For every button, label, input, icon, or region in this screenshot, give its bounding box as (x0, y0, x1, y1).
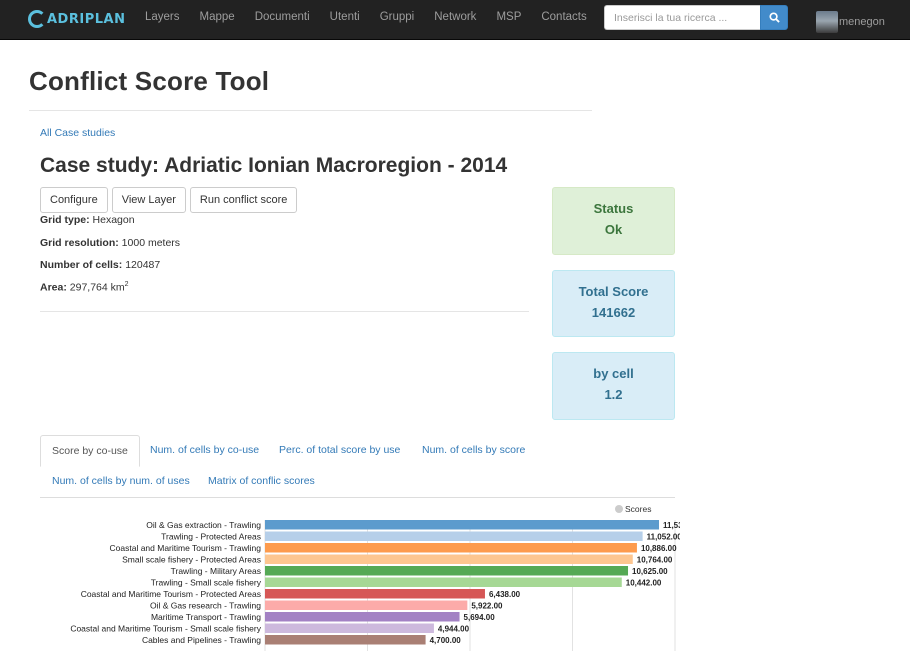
action-buttons: Configure View Layer Run conflict score (40, 187, 301, 213)
chart-value-label: 4,944.00 (438, 625, 470, 634)
number-of-cells-info: Number of cells: 120487 (40, 259, 160, 271)
score-by-co-use-chart: Scores Oil & Gas extraction - Trawling 11,… (70, 504, 680, 651)
tab-score-by-co-use[interactable]: Score by co-use (40, 435, 140, 467)
chart-value-label: 10,764.00 (637, 556, 673, 565)
nav-links: Layers Mappe Documenti Utenti Gruppi Net… (135, 0, 597, 40)
chart-value-label: 10,886.00 (641, 544, 677, 553)
tabs-divider (40, 497, 675, 498)
nav-link-utenti[interactable]: Utenti (320, 0, 370, 40)
chart-category-label: Trawling - Military Areas (171, 566, 261, 576)
nav-link-gruppi[interactable]: Gruppi (370, 0, 425, 40)
chart-bar (265, 589, 485, 599)
nav-link-mappe[interactable]: Mappe (190, 0, 245, 40)
title-divider (29, 110, 592, 111)
number-of-cells-value: 120487 (125, 259, 161, 271)
chart-category-label: Maritime Transport - Trawling (151, 612, 261, 622)
search-icon (768, 12, 780, 23)
tab-num-cells-by-score[interactable]: Num. of cells by score (422, 444, 525, 456)
chart-category-label: Coastal and Maritime Tourism - Protected… (81, 589, 261, 599)
grid-resolution-value: 1000 meters (121, 237, 181, 249)
nav-link-documenti[interactable]: Documenti (245, 0, 320, 40)
total-score-label: Total Score (578, 284, 649, 299)
area-label: Area: (40, 281, 67, 294)
case-study-title: Case study: Adriatic Ionian Macroregion … (40, 154, 508, 177)
chart-bar (265, 554, 633, 564)
score-by-cell-label: by cell (593, 366, 634, 381)
status-box: Status Ok (552, 187, 675, 255)
avatar (816, 11, 838, 33)
nav-link-contacts[interactable]: Contacts (531, 0, 596, 40)
chart-value-label: 11,052.00 (647, 533, 680, 542)
status-label: Status (593, 201, 634, 216)
grid-type-value: Hexagon (92, 214, 135, 226)
view-layer-button[interactable]: View Layer (111, 187, 186, 213)
page-title: Conflict Score Tool (29, 66, 270, 96)
chart-bar (265, 635, 426, 645)
user-menu[interactable]: menegon (816, 11, 885, 33)
chart-value-label: 5,922.00 (471, 602, 503, 611)
brand-logo[interactable]: ADRIPLAN (28, 7, 125, 31)
score-by-cell-box: by cell 1.2 (552, 352, 675, 420)
status-value: Ok (604, 222, 623, 237)
tab-matrix-conflict-scores[interactable]: Matrix of conflic scores (208, 475, 315, 487)
total-score-value: 141662 (591, 305, 636, 320)
chart-category-label: Oil & Gas extraction - Trawling (146, 520, 261, 530)
chart-bar (265, 600, 468, 610)
chart-legend-label: Scores (625, 504, 651, 514)
chart-bar (265, 577, 622, 587)
area-info: Area: 297,764 km2 (40, 281, 129, 294)
run-conflict-score-button[interactable]: Run conflict score (189, 187, 298, 213)
chart-category-label: Small scale fishery - Protected Areas (122, 555, 261, 565)
navbar: ADRIPLAN Layers Mappe Documenti Utenti G… (0, 0, 910, 40)
chart-bar (265, 531, 643, 541)
nav-link-msp[interactable]: MSP (486, 0, 531, 40)
area-unit-sup: 2 (124, 281, 129, 288)
grid-resolution-info: Grid resolution: 1000 meters (40, 237, 180, 249)
chart-bar (265, 543, 637, 553)
nav-link-network[interactable]: Network (424, 0, 486, 40)
logo-c-icon (28, 10, 46, 28)
tab-num-cells-by-num-uses[interactable]: Num. of cells by num. of uses (52, 475, 190, 487)
score-by-cell-value: 1.2 (604, 387, 623, 402)
info-divider (40, 311, 529, 312)
brand-text: ADRIPLAN (47, 11, 126, 27)
chart-bar (265, 612, 460, 622)
chart-bar (265, 520, 660, 530)
search-input[interactable] (604, 5, 760, 30)
search-button[interactable] (760, 5, 788, 30)
user-name: menegon (839, 16, 885, 28)
tab-num-cells-by-co-use[interactable]: Num. of cells by co-use (150, 444, 259, 456)
number-of-cells-label: Number of cells: (40, 259, 123, 271)
chart-value-label: 11,532.00 (663, 521, 680, 530)
chart-category-label: Trawling - Small scale fishery (151, 578, 262, 588)
grid-type-info: Grid type: Hexagon (40, 214, 135, 226)
chart-bar (265, 623, 434, 633)
chart-legend-marker (615, 505, 623, 513)
chart-bar (265, 566, 629, 576)
chart-category-label: Trawling - Protected Areas (161, 532, 261, 542)
configure-button[interactable]: Configure (40, 187, 108, 213)
total-score-box: Total Score 141662 (552, 270, 675, 337)
grid-resolution-label: Grid resolution: (40, 237, 119, 249)
nav-link-layers[interactable]: Layers (135, 0, 190, 40)
chart-value-label: 4,700.00 (430, 636, 462, 645)
grid-type-label: Grid type: (40, 214, 90, 226)
chart-value-label: 6,438.00 (489, 590, 521, 599)
chart-value-label: 10,442.00 (626, 579, 662, 588)
all-case-studies-link[interactable]: All Case studies (40, 127, 115, 139)
chart-category-label: Coastal and Maritime Tourism - Trawling (110, 543, 262, 553)
area-value: 297,764 km (69, 281, 125, 294)
tab-perc-total-score-by-use[interactable]: Perc. of total score by use (279, 444, 400, 456)
chart-value-label: 5,694.00 (464, 613, 496, 622)
chart-value-label: 10,625.00 (632, 567, 668, 576)
chart-category-label: Oil & Gas research - Trawling (150, 601, 261, 611)
chart-category-label: Cables and Pipelines - Trawling (142, 635, 261, 645)
chart-category-label: Coastal and Maritime Tourism - Small sca… (70, 624, 261, 634)
search-form (604, 5, 788, 30)
